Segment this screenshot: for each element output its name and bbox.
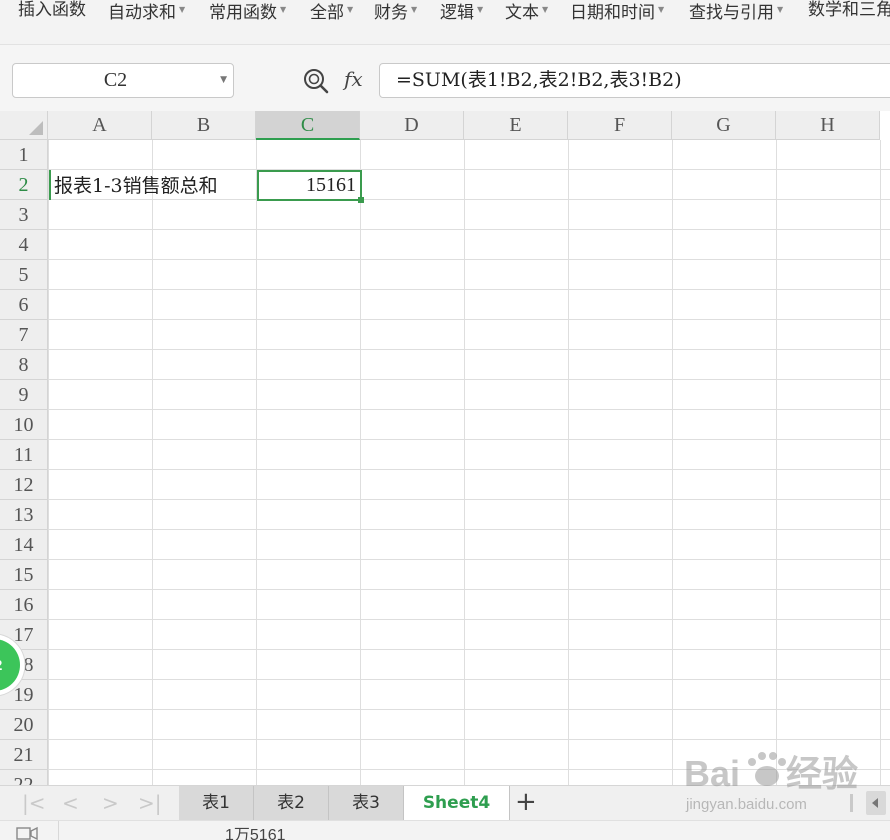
row-header-16[interactable]: 16 — [0, 590, 48, 620]
row-header-1[interactable]: 1 — [0, 140, 48, 170]
text-dropdown[interactable]: 文本 ▼ — [505, 0, 549, 23]
select-all-corner[interactable] — [0, 111, 48, 140]
insert-function-button[interactable]: 插入函数 — [18, 0, 86, 22]
logical-dropdown[interactable]: 逻辑 ▼ — [440, 0, 484, 23]
row-header-10[interactable]: 10 — [0, 410, 48, 440]
last-sheet-icon[interactable]: >| — [138, 790, 162, 816]
column-header-h[interactable]: H — [776, 111, 880, 140]
first-sheet-icon[interactable]: |< — [22, 790, 46, 816]
cell-c2-selected[interactable]: 15161 — [257, 170, 362, 201]
spreadsheet-grid: ABCDEFGH 1234567891011121314151617181920… — [0, 111, 890, 785]
column-header-f[interactable]: F — [568, 111, 672, 140]
cell-area[interactable] — [48, 140, 890, 785]
row-header-21[interactable]: 21 — [0, 740, 48, 770]
column-header-a[interactable]: A — [48, 111, 152, 140]
row-header-12[interactable]: 12 — [0, 470, 48, 500]
status-sum-text: 1万5161 — [225, 827, 286, 840]
svg-text:经验: 经验 — [786, 753, 858, 794]
row-header-2[interactable]: 2 — [0, 170, 48, 200]
autosum-dropdown[interactable]: 自动求和 ▼ — [108, 0, 186, 23]
sheet-tab-1[interactable]: 表1 — [179, 786, 254, 820]
row-header-15[interactable]: 15 — [0, 560, 48, 590]
status-bar: 1万5161 — [0, 820, 890, 840]
formula-input[interactable]: =SUM(表1!B2,表2!B2,表3!B2) — [379, 63, 890, 98]
row-header-5[interactable]: 5 — [0, 260, 48, 290]
row-header-6[interactable]: 6 — [0, 290, 48, 320]
caret-down-icon: ▼ — [280, 5, 287, 14]
row-header-13[interactable]: 13 — [0, 500, 48, 530]
function-ribbon: 插入函数 自动求和 ▼ 常用函数 ▼ 全部 ▼ 财务 ▼ 逻辑 ▼ 文本 ▼ 日期和时间 ▼ … — [0, 0, 890, 45]
next-sheet-icon[interactable]: > — [102, 790, 119, 816]
caret-down-icon: ▼ — [179, 5, 186, 14]
date-time-dropdown[interactable]: 日期和时间 ▼ — [570, 0, 665, 23]
caret-down-icon: ▼ — [542, 5, 549, 14]
baidu-logo: Bai 经验 — [684, 752, 858, 794]
column-header-b[interactable]: B — [152, 111, 256, 140]
row-header-4[interactable]: 4 — [0, 230, 48, 260]
row-header-14[interactable]: 14 — [0, 530, 48, 560]
column-header-c[interactable]: C — [256, 111, 360, 140]
sheet-tab-2[interactable]: 表2 — [254, 786, 329, 820]
row-header-20[interactable]: 20 — [0, 710, 48, 740]
cell-a2[interactable]: 报表1-3销售额总和 — [54, 171, 218, 201]
baidu-watermark: Bai 经验 jingyan.baidu.com — [680, 744, 880, 820]
row-header-9[interactable]: 9 — [0, 380, 48, 410]
name-box[interactable]: C2 ▼ — [12, 63, 234, 98]
floating-badge-label: 42 — [0, 657, 2, 674]
caret-down-icon: ▼ — [347, 5, 354, 14]
caret-down-icon: ▼ — [658, 5, 665, 14]
add-sheet-icon[interactable]: + — [515, 786, 537, 820]
column-header-g[interactable]: G — [672, 111, 776, 140]
formula-bar: C2 ▼ fx =SUM(表1!B2,表2!B2,表3!B2) — [0, 45, 890, 111]
svg-text:Bai: Bai — [684, 753, 740, 794]
column-header-d[interactable]: D — [360, 111, 464, 140]
financial-dropdown[interactable]: 财务 ▼ — [374, 0, 418, 23]
prev-sheet-icon[interactable]: < — [62, 790, 79, 816]
watermark-url: jingyan.baidu.com — [686, 796, 807, 813]
sheet-tab-3[interactable]: 表3 — [329, 786, 404, 820]
name-box-value: C2 — [103, 69, 128, 91]
column-header-e[interactable]: E — [464, 111, 568, 140]
caret-down-icon: ▼ — [777, 5, 784, 14]
row-header-11[interactable]: 11 — [0, 440, 48, 470]
row-focus-marker — [49, 170, 51, 200]
math-trig-dropdown[interactable]: 数学和三角 — [808, 0, 890, 22]
fill-handle[interactable] — [358, 197, 364, 203]
row-header-22[interactable]: 22 — [0, 770, 48, 785]
caret-down-icon: ▼ — [477, 5, 484, 14]
chevron-down-icon[interactable]: ▼ — [220, 64, 227, 97]
sheet-tab-sheet4[interactable]: Sheet4 — [404, 786, 510, 820]
floating-badge[interactable]: 42 — [0, 632, 26, 698]
find-function-icon[interactable] — [302, 67, 330, 95]
row-header-3[interactable]: 3 — [0, 200, 48, 230]
lookup-reference-dropdown[interactable]: 查找与引用 ▼ — [689, 0, 784, 23]
all-functions-dropdown[interactable]: 全部 ▼ — [310, 0, 354, 23]
row-header-8[interactable]: 8 — [0, 350, 48, 380]
fx-icon[interactable]: fx — [344, 64, 363, 94]
caret-down-icon: ▼ — [411, 5, 418, 14]
status-separator — [58, 821, 59, 840]
row-header-7[interactable]: 7 — [0, 320, 48, 350]
common-functions-dropdown[interactable]: 常用函数 ▼ — [209, 0, 287, 23]
macro-record-icon[interactable] — [16, 826, 38, 840]
